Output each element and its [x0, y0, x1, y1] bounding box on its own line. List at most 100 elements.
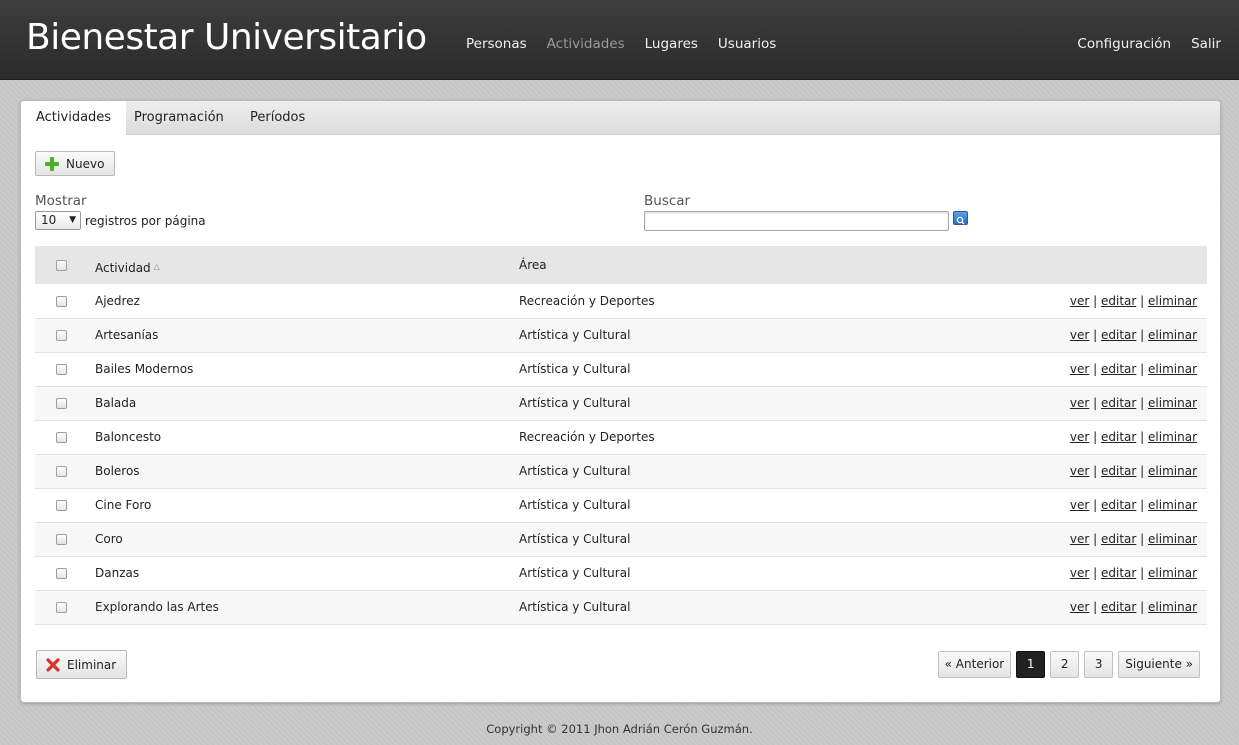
- view-link[interactable]: ver: [1070, 396, 1089, 410]
- delete-link[interactable]: eliminar: [1148, 328, 1197, 342]
- new-button[interactable]: Nuevo: [35, 151, 116, 176]
- tab-actividades[interactable]: Actividades: [21, 101, 127, 136]
- delete-link[interactable]: eliminar: [1148, 294, 1197, 308]
- settings-link[interactable]: Configuración: [1077, 36, 1171, 52]
- nav-item-actividades[interactable]: Actividades: [547, 36, 625, 52]
- search-label: Buscar: [644, 193, 691, 209]
- page-size-select[interactable]: 10 ▼: [35, 211, 81, 230]
- edit-link[interactable]: editar: [1101, 396, 1136, 410]
- nav-item-personas[interactable]: Personas: [466, 36, 527, 52]
- edit-link[interactable]: editar: [1101, 532, 1136, 546]
- cell-actividad: Coro: [95, 522, 519, 557]
- search-button[interactable]: [953, 211, 968, 225]
- delete-link[interactable]: eliminar: [1148, 464, 1197, 478]
- view-link[interactable]: ver: [1070, 532, 1089, 546]
- action-separator: |: [1140, 600, 1145, 614]
- view-link[interactable]: ver: [1070, 294, 1089, 308]
- cell-actions: ver | editar | eliminar: [1059, 352, 1207, 387]
- show-label: Mostrar: [35, 193, 87, 209]
- select-all-checkbox[interactable]: [56, 260, 67, 271]
- action-separator: |: [1140, 498, 1145, 512]
- edit-link[interactable]: editar: [1101, 328, 1136, 342]
- tab-periodos[interactable]: Períodos: [235, 101, 320, 135]
- row-checkbox[interactable]: [56, 398, 67, 409]
- row-checkbox[interactable]: [56, 534, 67, 545]
- edit-link[interactable]: editar: [1101, 464, 1136, 478]
- edit-link[interactable]: editar: [1101, 566, 1136, 580]
- search-input[interactable]: [644, 211, 949, 231]
- pager-page-3[interactable]: 3: [1084, 651, 1114, 678]
- delete-link[interactable]: eliminar: [1148, 600, 1197, 614]
- row-checkbox[interactable]: [56, 432, 67, 443]
- delete-link[interactable]: eliminar: [1148, 396, 1197, 410]
- dropdown-arrow-icon: ▼: [69, 215, 76, 225]
- row-checkbox[interactable]: [56, 602, 67, 613]
- cell-area: Artística y Cultural: [519, 556, 1059, 591]
- view-link[interactable]: ver: [1070, 600, 1089, 614]
- view-link[interactable]: ver: [1070, 498, 1089, 512]
- main-nav: Personas Actividades Lugares Usuarios: [466, 36, 776, 52]
- column-header-area[interactable]: Área: [519, 246, 1059, 284]
- delete-link[interactable]: eliminar: [1148, 362, 1197, 376]
- pager-page-2[interactable]: 2: [1050, 651, 1080, 678]
- pager-prev[interactable]: « Anterior: [937, 651, 1012, 678]
- row-checkbox[interactable]: [56, 466, 67, 477]
- edit-link[interactable]: editar: [1101, 430, 1136, 444]
- column-header-actividad-label: Actividad: [95, 261, 151, 275]
- row-checkbox[interactable]: [56, 330, 67, 341]
- pager-next[interactable]: Siguiente »: [1118, 651, 1200, 678]
- action-separator: |: [1093, 566, 1098, 580]
- action-separator: |: [1140, 464, 1145, 478]
- view-link[interactable]: ver: [1070, 430, 1089, 444]
- page-size-value: 10: [41, 213, 57, 227]
- delete-selected-button[interactable]: Eliminar: [36, 650, 128, 679]
- view-link[interactable]: ver: [1070, 362, 1089, 376]
- action-separator: |: [1140, 532, 1145, 546]
- action-separator: |: [1140, 362, 1145, 376]
- edit-link[interactable]: editar: [1101, 294, 1136, 308]
- delete-link[interactable]: eliminar: [1148, 566, 1197, 580]
- edit-link[interactable]: editar: [1101, 498, 1136, 512]
- edit-link[interactable]: editar: [1101, 600, 1136, 614]
- cell-actions: ver | editar | eliminar: [1059, 488, 1207, 523]
- top-navbar: Bienestar Universitario Personas Activid…: [0, 0, 1239, 80]
- table-row: Danzas Artística y Cultural ver | editar |…: [35, 556, 1207, 591]
- cell-actividad: Explorando las Artes: [95, 590, 519, 625]
- delete-selected-label: Eliminar: [67, 657, 117, 672]
- nav-item-usuarios[interactable]: Usuarios: [718, 36, 776, 52]
- table-row: Coro Artística y Cultural ver | editar | e…: [35, 522, 1207, 557]
- row-checkbox[interactable]: [56, 295, 67, 307]
- view-link[interactable]: ver: [1070, 464, 1089, 478]
- row-checkbox[interactable]: [56, 568, 67, 579]
- cell-area: Artística y Cultural: [519, 454, 1059, 489]
- edit-link[interactable]: editar: [1101, 362, 1136, 376]
- action-separator: |: [1093, 430, 1098, 444]
- row-select-cell: [35, 454, 95, 489]
- select-all-cell: [35, 246, 95, 284]
- search-icon: [956, 216, 965, 225]
- cell-actividad: Artesanías: [95, 318, 519, 353]
- row-select-cell: [35, 488, 95, 523]
- delete-link[interactable]: eliminar: [1148, 498, 1197, 512]
- delete-link[interactable]: eliminar: [1148, 430, 1197, 444]
- cell-area: Artística y Cultural: [519, 590, 1059, 625]
- column-header-actividad[interactable]: Actividad △: [95, 246, 519, 284]
- table-row: Balada Artística y Cultural ver | editar |…: [35, 386, 1207, 421]
- delete-link[interactable]: eliminar: [1148, 532, 1197, 546]
- table-row: Baloncesto Recreación y Deportes ver | edi…: [35, 420, 1207, 455]
- view-link[interactable]: ver: [1070, 328, 1089, 342]
- view-link[interactable]: ver: [1070, 566, 1089, 580]
- cell-actions: ver | editar | eliminar: [1059, 590, 1207, 625]
- action-separator: |: [1093, 328, 1098, 342]
- footer-copyright: Copyright © 2011 Jhon Adrián Cerón Guzmá…: [486, 722, 753, 736]
- row-select-cell: [35, 352, 95, 387]
- row-select-cell: [35, 522, 95, 557]
- tab-programacion[interactable]: Programación: [119, 101, 239, 135]
- row-checkbox[interactable]: [56, 364, 67, 375]
- logout-link[interactable]: Salir: [1191, 36, 1221, 52]
- app-brand[interactable]: Bienestar Universitario: [26, 16, 427, 60]
- nav-item-lugares[interactable]: Lugares: [645, 36, 698, 52]
- action-separator: |: [1140, 293, 1145, 308]
- row-checkbox[interactable]: [56, 500, 67, 511]
- pager-page-1[interactable]: 1: [1016, 651, 1046, 678]
